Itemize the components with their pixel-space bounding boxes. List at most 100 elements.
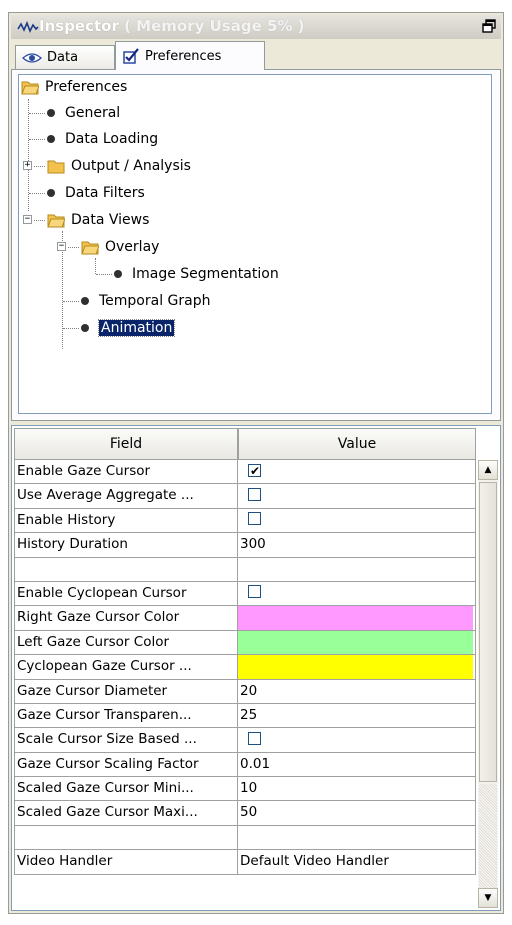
preferences-tree: Preferences General Data Loading + Outpu… (18, 74, 492, 414)
grid-row[interactable]: Gaze Cursor Transparen... 25 (14, 703, 476, 729)
grid-row[interactable]: Enable Cyclopean Cursor (14, 581, 476, 607)
checkbox[interactable] (248, 585, 261, 599)
field-name-cell: Enable History (14, 508, 238, 534)
grid-row[interactable] (14, 825, 476, 851)
tree-item-data-loading[interactable]: Data Loading (47, 127, 158, 151)
bullet-icon (47, 109, 55, 117)
tab-data[interactable]: Data (15, 45, 115, 69)
grid-row[interactable]: History Duration 300 (14, 533, 476, 558)
grid-row[interactable]: Video Handler Default Video Handler (14, 850, 476, 875)
value-checkbox-cell[interactable] (238, 728, 476, 753)
tree-item-data-views[interactable]: Data Views (47, 208, 149, 232)
value-checkbox-cell[interactable] (238, 484, 476, 509)
collapse-icon[interactable]: − (23, 215, 32, 224)
field-name-cell: Scaled Gaze Cursor Maxi... (14, 801, 238, 826)
tab-preferences[interactable]: Preferences (115, 41, 265, 71)
field-name-cell: Scaled Gaze Cursor Mini... (14, 777, 238, 802)
color-swatch[interactable] (238, 606, 473, 630)
field-name-cell: Right Gaze Cursor Color (14, 606, 238, 631)
value-checkbox-cell[interactable] (238, 508, 476, 534)
value-text-cell[interactable]: 20 (238, 679, 476, 704)
grid-rows: Enable Gaze CursorUse Average Aggregate … (14, 460, 476, 875)
column-header-value[interactable]: Value (238, 428, 476, 460)
tab-preferences-label: Preferences (145, 48, 222, 64)
eye-icon (22, 52, 42, 63)
vertical-scrollbar[interactable]: ▲ ▼ (478, 460, 498, 908)
tree-item-temporal-graph[interactable]: Temporal Graph (81, 289, 211, 313)
field-name-cell: History Duration (14, 533, 238, 558)
tab-strip: Data Preferences (11, 41, 501, 71)
preferences-tree-panel: Preferences General Data Loading + Outpu… (11, 69, 501, 421)
title-bar[interactable]: Inspector ( Memory Usage 5% ) (11, 15, 501, 39)
scrollbar-track[interactable] (479, 784, 497, 888)
tree-item-data-filters[interactable]: Data Filters (47, 181, 145, 205)
grid-row[interactable]: Enable History (14, 508, 476, 534)
checkbox[interactable] (248, 731, 261, 745)
tree-item-general[interactable]: General (47, 101, 120, 125)
value-color-cell[interactable] (238, 606, 476, 631)
grid-row[interactable]: Scale Cursor Size Based ... (14, 728, 476, 753)
grid-row[interactable]: Enable Gaze Cursor (14, 460, 476, 485)
grid-row[interactable] (14, 557, 476, 582)
tree-item-image-segmentation[interactable]: Image Segmentation (114, 262, 279, 286)
field-name-cell: Gaze Cursor Diameter (14, 679, 238, 704)
column-header-field[interactable]: Field (14, 428, 238, 460)
tree-item-preferences[interactable]: Preferences (21, 75, 127, 99)
tree-item-output-analysis[interactable]: Output / Analysis (47, 154, 191, 178)
folder-open-icon (47, 214, 65, 228)
grid-row[interactable]: Scaled Gaze Cursor Maxi... 50 (14, 801, 476, 826)
checkbox-pencil-icon (123, 48, 139, 64)
field-name-cell: Gaze Cursor Transparen... (14, 703, 238, 729)
value-text-cell[interactable]: 10 (238, 777, 476, 802)
field-name-cell: Video Handler (14, 850, 238, 875)
scroll-down-icon[interactable]: ▼ (478, 888, 498, 908)
color-swatch[interactable] (238, 630, 473, 655)
grid-row[interactable]: Right Gaze Cursor Color (14, 606, 476, 631)
folder-icon (47, 160, 65, 174)
bullet-icon (114, 270, 122, 278)
value-text-cell[interactable]: 50 (238, 801, 476, 826)
value-checkbox-cell[interactable] (238, 460, 476, 485)
folder-open-icon (21, 81, 39, 95)
bullet-icon (47, 189, 55, 197)
grid-row[interactable]: Gaze Cursor Diameter 20 (14, 679, 476, 704)
grid-row[interactable]: Left Gaze Cursor Color (14, 630, 476, 656)
bullet-icon (81, 324, 89, 332)
field-name-cell (14, 825, 238, 851)
restore-window-icon (482, 19, 496, 33)
checkbox[interactable] (248, 487, 261, 501)
tab-data-label: Data (47, 50, 79, 65)
field-name-cell: Scale Cursor Size Based ... (14, 728, 238, 753)
tree-item-animation[interactable]: Animation (81, 316, 176, 340)
checkbox[interactable] (248, 512, 261, 526)
value-text-cell[interactable]: 25 (238, 703, 476, 729)
field-name-cell (14, 557, 238, 582)
value-color-cell[interactable] (238, 630, 476, 656)
value-text-cell[interactable] (238, 557, 476, 582)
value-text-cell[interactable] (238, 825, 476, 851)
collapse-icon[interactable]: − (57, 242, 66, 251)
field-name-cell: Enable Cyclopean Cursor (14, 581, 238, 607)
window-title: Inspector ( Memory Usage 5% ) (39, 17, 305, 35)
value-checkbox-cell[interactable] (238, 581, 476, 607)
expand-icon[interactable]: + (23, 161, 32, 170)
float-window-button[interactable] (481, 18, 497, 34)
grid-row[interactable]: Use Average Aggregate ... (14, 484, 476, 509)
grid-row[interactable]: Gaze Cursor Scaling Factor 0.01 (14, 752, 476, 778)
inspector-panel: Inspector ( Memory Usage 5% ) Data Prefe… (8, 12, 504, 914)
grid-header: Field Value (14, 428, 476, 460)
scrollbar-thumb[interactable] (479, 482, 497, 782)
value-color-cell[interactable] (238, 655, 476, 680)
checkbox[interactable] (248, 460, 261, 483)
tree-item-overlay[interactable]: Overlay (81, 235, 159, 259)
grid-row[interactable]: Scaled Gaze Cursor Mini... 10 (14, 777, 476, 802)
waveform-icon (17, 20, 39, 33)
value-text-cell[interactable]: Default Video Handler (238, 850, 476, 875)
field-name-cell: Gaze Cursor Scaling Factor (14, 752, 238, 778)
grid-row[interactable]: Cyclopean Gaze Cursor ... (14, 655, 476, 680)
color-swatch[interactable] (238, 655, 473, 679)
value-text-cell[interactable]: 300 (238, 533, 476, 558)
field-name-cell: Enable Gaze Cursor (14, 460, 238, 485)
scroll-up-icon[interactable]: ▲ (478, 460, 498, 480)
value-text-cell[interactable]: 0.01 (238, 752, 476, 778)
